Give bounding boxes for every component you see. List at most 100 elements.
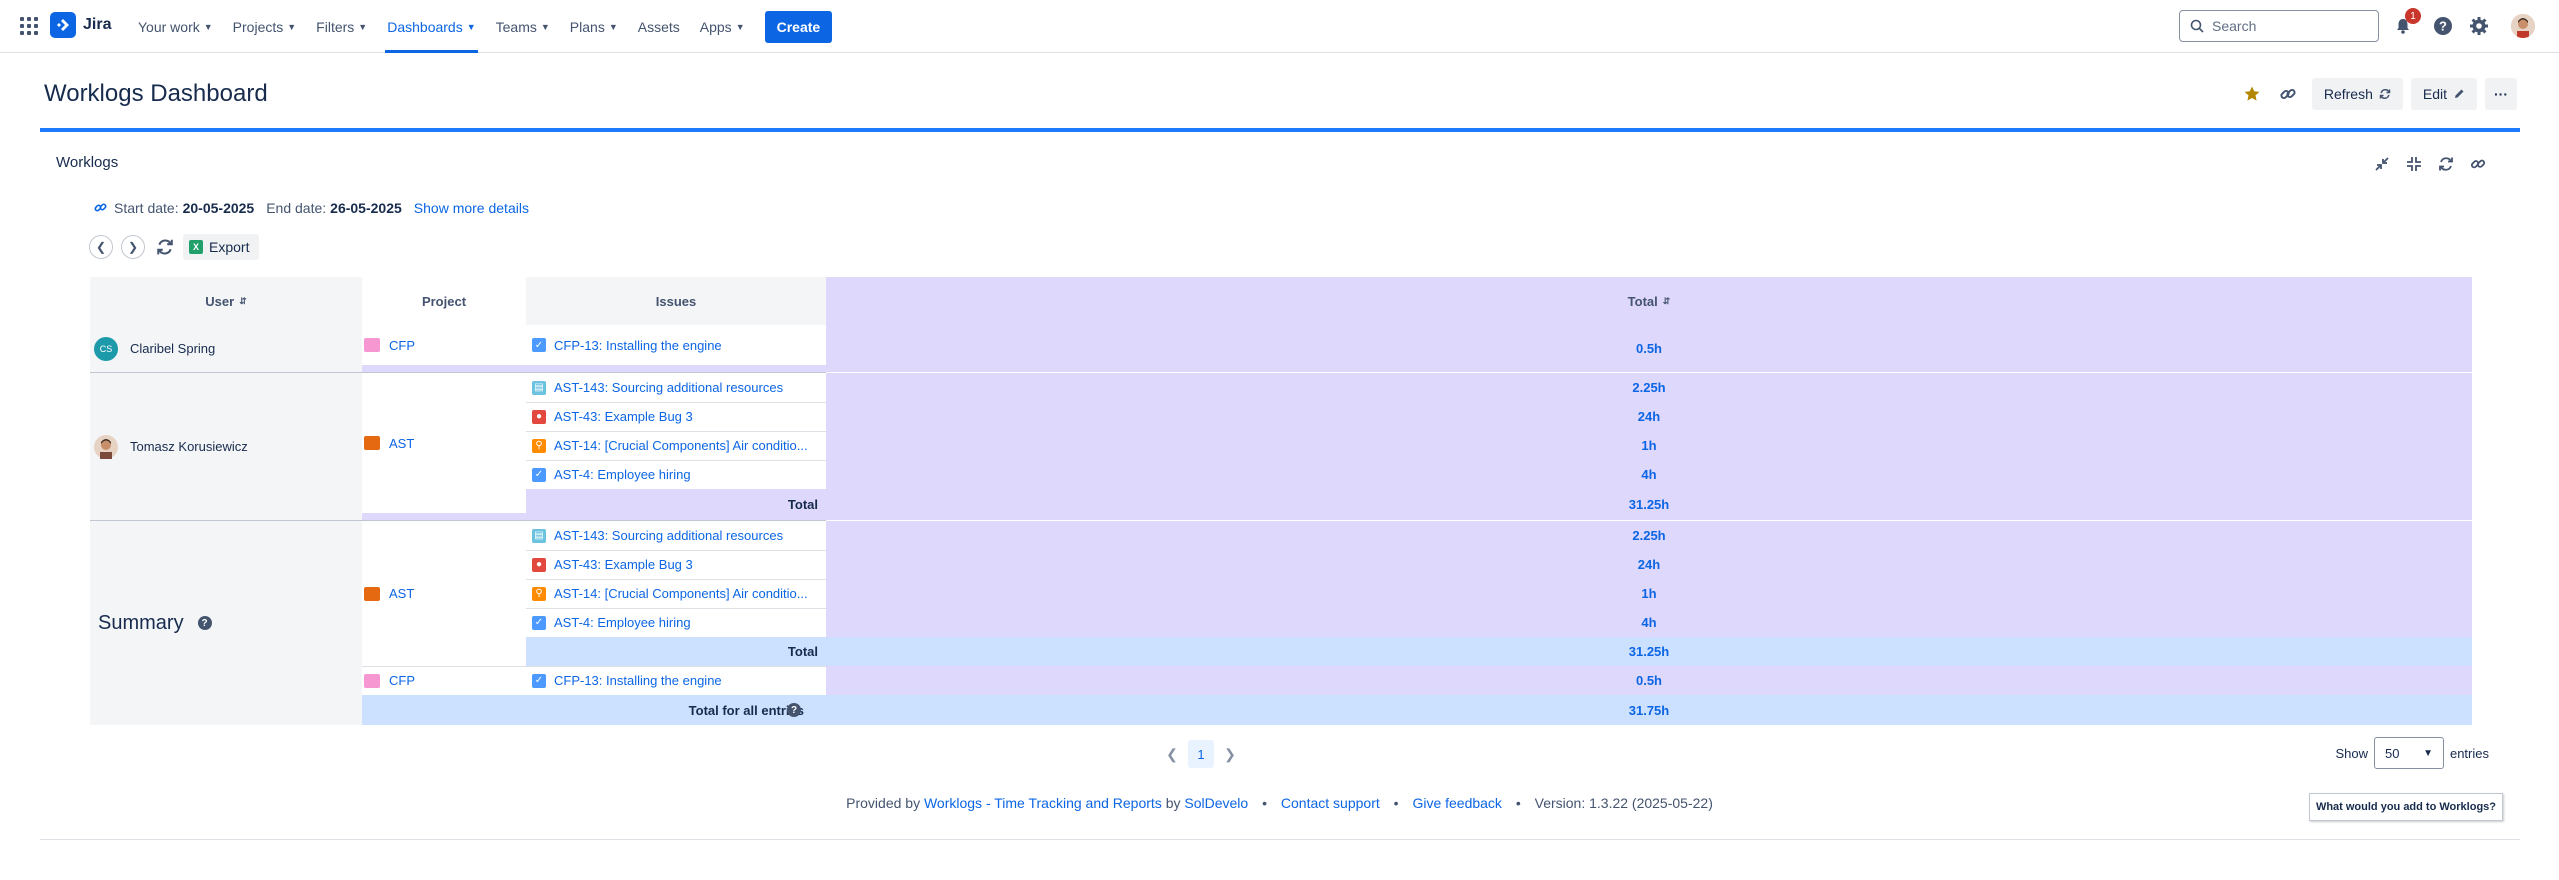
jira-logo[interactable]: Jira (50, 12, 111, 38)
issue-row[interactable]: ✓ AST-4: Employee hiring (526, 608, 826, 637)
nav-apps[interactable]: Apps ▼ (690, 0, 755, 53)
issue-link[interactable]: AST-4: Employee hiring (554, 467, 691, 482)
nav-plans[interactable]: Plans ▼ (560, 0, 628, 53)
minimize-icon[interactable] (2370, 152, 2394, 176)
chevron-right-icon[interactable]: ❯ (1218, 742, 1242, 766)
chevron-right-icon: ❯ (127, 240, 139, 254)
issue-row[interactable]: ✓ CFP-13: Installing the engine (526, 325, 826, 365)
chevron-down-icon: ▼ (287, 21, 297, 32)
grand-total-label-cell: Total for all entries ? (362, 695, 826, 725)
issue-link[interactable]: CFP-13: Installing the engine (554, 673, 722, 688)
project-link[interactable]: CFP (389, 673, 415, 688)
profile-avatar[interactable] (2511, 14, 2535, 38)
search-input[interactable]: Search (2179, 10, 2379, 42)
page-title: Worklogs Dashboard (44, 80, 268, 107)
grand-total-help-icon[interactable]: ? (787, 703, 801, 717)
issue-link[interactable]: CFP-13: Installing the engine (554, 338, 722, 353)
contact-support-link[interactable]: Contact support (1281, 795, 1380, 811)
project-cell[interactable]: AST (362, 521, 526, 666)
row-spacer (362, 513, 526, 520)
nav-assets[interactable]: Assets (628, 0, 690, 53)
issue-row[interactable]: ▤ AST-143: Sourcing additional resources (526, 521, 826, 550)
project-link[interactable]: AST (389, 586, 414, 601)
link-icon[interactable] (94, 201, 108, 215)
more-actions-button[interactable]: ··· (2485, 78, 2517, 110)
previous-period-button[interactable]: ❮ (89, 235, 113, 259)
end-date-value: 26-05-2025 (330, 200, 402, 216)
worklogs-table: User ⇵ Project Issues Total ⇵ CS Claribel … (90, 277, 2500, 725)
issue-link[interactable]: AST-143: Sourcing additional resources (554, 380, 783, 395)
nav-filters[interactable]: Filters ▼ (306, 0, 377, 53)
show-more-details-link[interactable]: Show more details (414, 200, 529, 216)
issue-row[interactable]: ⚲ AST-14: [Crucial Components] Air condit… (526, 431, 826, 460)
project-ast-icon (364, 586, 380, 601)
issue-link[interactable]: AST-43: Example Bug 3 (554, 409, 693, 424)
project-link[interactable]: CFP (389, 338, 415, 353)
header-user[interactable]: User ⇵ (90, 277, 362, 325)
nav-label: Plans (569, 18, 605, 35)
bug-icon: ● (532, 557, 546, 572)
refresh-icon (2379, 89, 2391, 99)
subtotal-label: Total (526, 637, 826, 666)
project-link[interactable]: AST (389, 436, 414, 451)
user-name: Claribel Spring (130, 341, 216, 356)
issue-row[interactable]: ⚲ AST-14: [Crucial Components] Air condit… (526, 579, 826, 608)
settings-gear-icon[interactable] (2467, 14, 2491, 38)
issue-link[interactable]: AST-143: Sourcing additional resources (554, 528, 783, 543)
issue-row[interactable]: ▤ AST-143: Sourcing additional resources (526, 373, 826, 402)
issue-link[interactable]: AST-14: [Crucial Components] Air conditi… (554, 438, 808, 453)
issue-row[interactable]: ✓ CFP-13: Installing the engine (526, 666, 826, 695)
header-project-label: Project (421, 293, 467, 309)
chevron-down-icon: ▼ (466, 21, 476, 32)
notifications-icon[interactable]: 1 (2391, 8, 2421, 38)
nav-projects[interactable]: Projects ▼ (223, 0, 307, 53)
nav-teams[interactable]: Teams ▼ (486, 0, 560, 53)
search-issue-icon: ⚲ (532, 586, 546, 601)
header-issues-label: Issues (655, 293, 697, 309)
issue-row[interactable]: ● AST-43: Example Bug 3 (526, 402, 826, 431)
issue-link[interactable]: AST-43: Example Bug 3 (554, 557, 693, 572)
summary-help-icon[interactable]: ? (197, 616, 212, 630)
row-spacer (362, 365, 826, 372)
header-total[interactable]: Total ⇵ (826, 277, 2472, 325)
user-cell-claribel: CS Claribel Spring (90, 325, 362, 372)
issue-row[interactable]: ● AST-43: Example Bug 3 (526, 550, 826, 579)
app-link[interactable]: Worklogs - Time Tracking and Reports (924, 795, 1162, 811)
project-cfp-icon (364, 673, 380, 688)
worklog-value: 2.25h (826, 373, 2472, 402)
reload-icon[interactable] (153, 235, 177, 259)
row-divider (526, 431, 826, 432)
start-date-value: 20-05-2025 (182, 200, 255, 216)
nav-dashboards[interactable]: Dashboards ▼ (377, 0, 485, 53)
user-name: Tomasz Korusiewicz (130, 439, 248, 454)
star-icon[interactable] (2236, 78, 2268, 110)
gadget-link-icon[interactable] (2466, 152, 2490, 176)
avatar (94, 434, 118, 459)
page-number[interactable]: 1 (1188, 740, 1214, 768)
project-cell[interactable]: CFP (362, 325, 526, 365)
export-button[interactable]: X Export (183, 234, 260, 260)
project-cell[interactable]: AST (362, 373, 526, 513)
issue-link[interactable]: AST-14: [Crucial Components] Air conditi… (554, 586, 808, 601)
copy-link-icon[interactable] (2272, 78, 2304, 110)
create-button[interactable]: Create (764, 10, 833, 43)
issue-row[interactable]: ✓ AST-4: Employee hiring (526, 460, 826, 489)
version-text: Version: 1.3.22 (2025-05-22) (1534, 795, 1713, 811)
separator-dot: • (1515, 795, 1521, 811)
project-cell[interactable]: CFP (362, 666, 526, 695)
vendor-link[interactable]: SolDevelo (1184, 795, 1248, 811)
chevron-left-icon[interactable]: ❮ (1160, 742, 1184, 766)
next-period-button[interactable]: ❯ (121, 235, 145, 259)
chevron-down-icon: ▼ (735, 21, 745, 32)
nav-your-work[interactable]: Your work ▼ (128, 0, 223, 53)
give-feedback-link[interactable]: Give feedback (1412, 795, 1502, 811)
collapse-icon[interactable] (2402, 152, 2426, 176)
issue-link[interactable]: AST-4: Employee hiring (554, 615, 691, 630)
edit-button[interactable]: Edit (2410, 78, 2477, 110)
refresh-button[interactable]: Refresh (2311, 78, 2403, 110)
feedback-prompt-button[interactable]: What would you add to Worklogs? (2308, 793, 2503, 821)
app-switcher-icon[interactable] (20, 17, 38, 35)
gadget-refresh-icon[interactable] (2434, 152, 2458, 176)
help-icon[interactable]: ? (2431, 14, 2455, 38)
entries-select[interactable]: 50 ▼ (2373, 737, 2444, 769)
